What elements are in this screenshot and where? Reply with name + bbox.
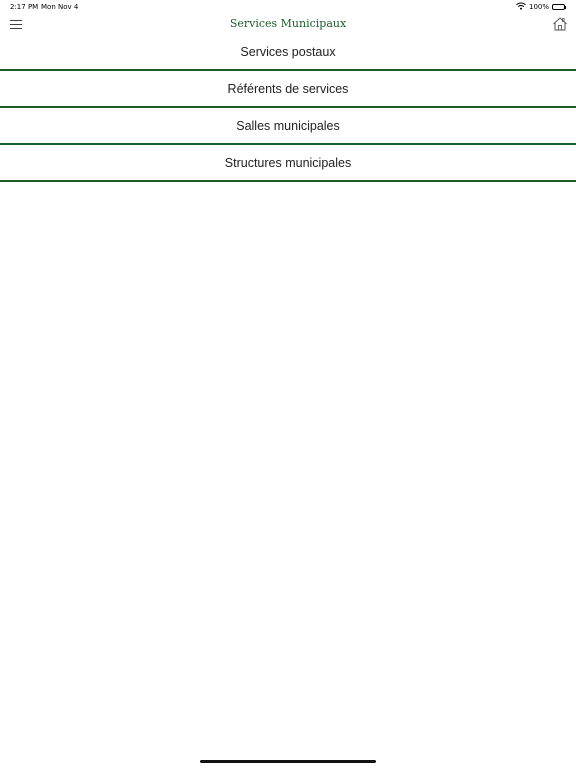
menu-item-label: Services postaux xyxy=(240,44,336,59)
battery-icon xyxy=(552,4,566,10)
status-bar: 2:17 PM Mon Nov 4 100% xyxy=(0,0,576,14)
menu-item-label: Référents de services xyxy=(227,81,349,96)
status-time: 2:17 PM xyxy=(10,3,39,11)
menu-item-services-postaux[interactable]: Services postaux xyxy=(0,34,576,71)
menu-item-salles-municipales[interactable]: Salles municipales xyxy=(0,108,576,145)
status-indicators: 100% xyxy=(516,2,566,12)
home-icon[interactable] xyxy=(552,16,568,32)
menu-item-label: Structures municipales xyxy=(224,155,352,170)
menu-item-label: Salles municipales xyxy=(236,118,340,133)
menu-item-structures-municipales[interactable]: Structures municipales xyxy=(0,145,576,182)
home-indicator[interactable] xyxy=(200,760,376,763)
page-title: Services Municipaux xyxy=(229,17,347,30)
navigation-bar: Services Municipaux xyxy=(0,14,576,36)
status-date: Mon Nov 4 xyxy=(41,3,79,11)
battery-percent: 100% xyxy=(528,3,549,11)
wifi-icon xyxy=(516,2,526,12)
menu-item-referents-de-services[interactable]: Référents de services xyxy=(0,71,576,108)
menu-list: Services postaux Référents de services S… xyxy=(0,34,576,182)
